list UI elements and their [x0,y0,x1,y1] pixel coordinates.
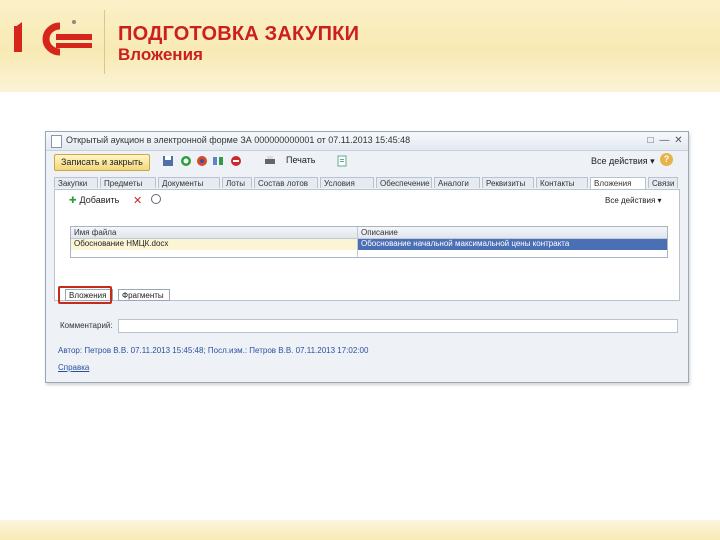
structure-icon[interactable] [212,155,224,167]
document-window: Открытый аукцион в электронной форме ЗА … [45,131,689,383]
form-toolbar: Записать и закрыть Печать Все действия ▾… [46,151,688,173]
column-header-description[interactable]: Описание [361,228,398,237]
attachments-panel: ✚ Добавить ✕ Все действия ▾ Имя файла Опи… [54,189,680,301]
help-icon[interactable]: ? [660,153,673,166]
tab-usloviya[interactable]: Условия [320,177,374,188]
comment-label: Комментарий: [60,321,113,330]
column-header-filename[interactable]: Имя файла [74,228,116,237]
report-icon[interactable] [336,155,348,167]
save-and-close-button[interactable]: Записать и закрыть [54,154,150,171]
document-icon [51,135,62,148]
1c-logo [14,20,92,56]
tab-analogi[interactable]: Аналоги [434,177,480,188]
window-title: Открытый аукцион в электронной форме ЗА … [66,135,411,145]
tab-svyazi[interactable]: Связи [648,177,678,188]
window-titlebar: Открытый аукцион в электронной форме ЗА … [46,132,688,151]
tab-zakupki[interactable]: Закупки [54,177,98,188]
delete-icon[interactable]: ✕ [133,194,142,207]
refresh-icon[interactable] [180,155,192,167]
help-link[interactable]: Справка [58,363,89,372]
slide-header: ПОДГОТОВКА ЗАКУПКИ Вложения [0,0,720,92]
tab-dokumenty[interactable]: Документы [158,177,220,188]
table-row[interactable]: Обоснование НМЦК.docx Обоснование началь… [71,239,667,250]
cell-filename[interactable]: Обоснование НМЦК.docx [71,239,357,250]
tab-vlozheniya[interactable]: Вложения [590,177,646,189]
tab-obespechenie[interactable]: Обеспечение [376,177,432,188]
minimize-icon[interactable]: — [658,134,671,147]
save-icon[interactable] [162,155,174,167]
tab-sostav-lotov[interactable]: Состав лотов [254,177,318,188]
column-divider [357,227,358,257]
attachments-toolbar: ✚ Добавить ✕ Все действия ▾ [55,190,679,210]
all-actions-menu[interactable]: Все действия ▾ [591,156,655,167]
cell-description[interactable]: Обоснование начальной максимальной цены … [358,239,667,250]
comment-input[interactable] [118,319,678,333]
tab-kontakty[interactable]: Контакты [536,177,588,188]
cancel-icon[interactable] [230,155,242,167]
tab-predmety[interactable]: Предметы [100,177,156,188]
panel-all-actions-menu[interactable]: Все действия ▾ [605,196,662,205]
post-icon[interactable] [196,155,208,167]
restore-icon[interactable]: □ [644,134,657,147]
search-icon[interactable] [151,194,161,204]
add-attachment-button[interactable]: ✚ Добавить [69,195,119,206]
add-icon: ✚ [69,195,77,205]
add-label: Добавить [79,195,120,205]
slide-footer [0,520,720,540]
attachments-table: Имя файла Описание Обоснование НМЦК.docx… [70,226,668,258]
author-info: Автор: Петров В.В. 07.11.2013 15:45:48; … [58,346,369,355]
print-icon[interactable] [264,155,276,167]
table-header: Имя файла Описание [71,227,667,239]
slide-subtitle: Вложения [118,45,203,64]
tab-bottom-fragmenty[interactable]: Фрагменты [118,289,170,301]
form-tabs: Закупки Предметы Документы Лоты Состав л… [54,177,684,189]
close-icon[interactable]: ✕ [672,134,685,147]
tab-loty[interactable]: Лоты [222,177,252,188]
slide-title: ПОДГОТОВКА ЗАКУПКИ [118,23,360,45]
header-divider [104,10,105,74]
highlight-frame [58,286,112,304]
print-button[interactable]: Печать [286,155,315,165]
tab-rekvizity[interactable]: Реквизиты [482,177,534,188]
